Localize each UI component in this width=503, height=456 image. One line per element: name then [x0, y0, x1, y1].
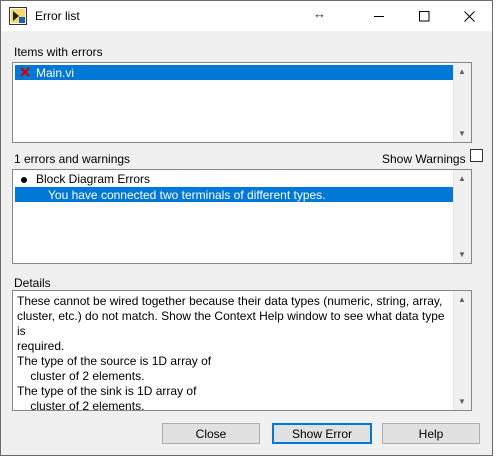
scroll-down-icon[interactable]: ▼ [454, 125, 470, 142]
help-button[interactable]: Help [382, 423, 480, 444]
window-title: Error list [35, 9, 80, 23]
bullet-icon [21, 177, 27, 183]
resize-cursor-icon: ↔ [313, 6, 326, 21]
labview-vi-icon [9, 7, 27, 25]
errors-count-label: 1 errors and warnings [14, 152, 131, 166]
red-x-icon [20, 67, 30, 77]
errors-tree-list[interactable]: Block Diagram Errors You have connected … [12, 169, 472, 264]
scroll-down-icon[interactable]: ▼ [454, 246, 470, 263]
close-window-button[interactable] [446, 1, 492, 31]
error-list-window: Error list ↔ Items with errors Main.vi ▲… [0, 0, 493, 456]
details-box[interactable]: These cannot be wired together because t… [12, 290, 472, 413]
details-text: These cannot be wired together because t… [17, 294, 445, 413]
items-with-errors-list[interactable]: Main.vi ▲ ▼ [12, 62, 472, 143]
block-diagram-errors-group[interactable]: Block Diagram Errors [36, 172, 150, 186]
errors-scrollbar[interactable]: ▲ ▼ [453, 170, 471, 263]
show-warnings-label[interactable]: Show Warnings [382, 152, 466, 166]
items-with-errors-label: Items with errors [14, 45, 103, 59]
minimize-icon [373, 15, 384, 17]
scroll-down-icon[interactable]: ▼ [454, 393, 470, 410]
scroll-up-icon[interactable]: ▲ [454, 63, 470, 80]
show-error-button[interactable]: Show Error [272, 423, 372, 444]
background-window-edge [494, 0, 503, 456]
list-item[interactable]: Main.vi [15, 65, 454, 80]
error-message-text: You have connected two terminals of diff… [48, 188, 326, 202]
details-label: Details [14, 276, 51, 290]
maximize-icon [418, 10, 429, 21]
close-button[interactable]: Close [162, 423, 260, 444]
close-icon [463, 10, 475, 22]
items-scrollbar[interactable]: ▲ ▼ [453, 63, 471, 142]
show-warnings-checkbox[interactable] [470, 149, 483, 162]
maximize-button[interactable] [401, 1, 447, 31]
details-scrollbar[interactable]: ▲ ▼ [453, 291, 471, 410]
title-bar[interactable]: Error list ↔ [1, 1, 492, 31]
scroll-up-icon[interactable]: ▲ [454, 291, 470, 308]
item-name: Main.vi [36, 66, 75, 80]
error-message-row[interactable]: You have connected two terminals of diff… [15, 187, 454, 202]
minimize-button[interactable] [356, 1, 402, 31]
scroll-up-icon[interactable]: ▲ [454, 170, 470, 187]
